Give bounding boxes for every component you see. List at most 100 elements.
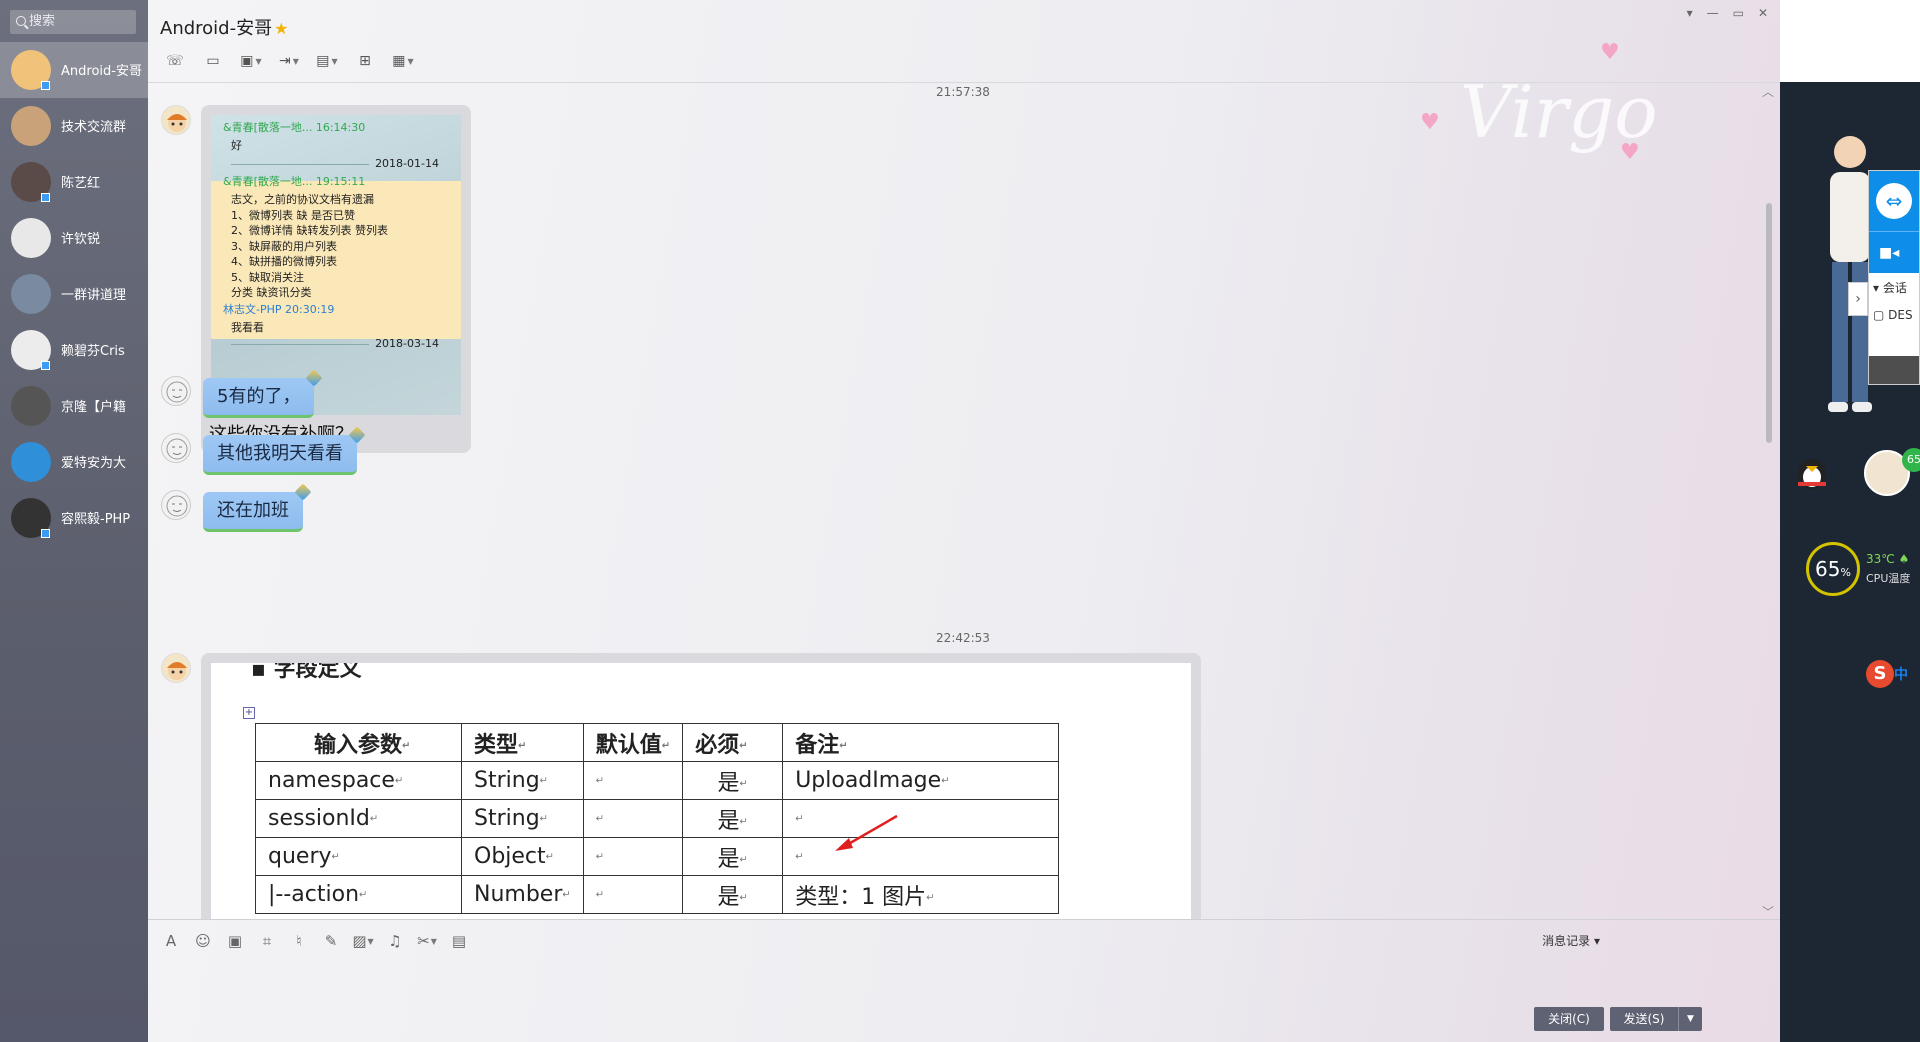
table-header-cell: 备注↵ [782,723,1060,762]
send-options-button[interactable]: ▼ [1678,1007,1702,1031]
screenshot-icon[interactable]: ⌗ [254,930,280,952]
heart-icon: ♥ [1600,40,1620,65]
notification-badge: 65 [1902,448,1920,472]
header-text: 类型 [474,732,519,758]
device-status-icon [41,193,50,202]
forwarded-chat-image[interactable]: &青春[散落一地... 16:14:30 好 2018-01-14 &青春[散落一地.… [211,115,461,415]
scrollbar-thumb[interactable] [1766,203,1772,443]
message-bubble[interactable]: 其他我明天看看 [203,426,366,475]
cpu-usage-gauge[interactable]: 65% [1806,542,1860,596]
document-screenshot[interactable]: ▪ 字段定义 + 输入参数↵ 类型↵ 默认值↵ 必须↵ 备注↵ namespace↵ St… [211,663,1191,919]
table-cell: |--action↵ [255,875,462,914]
contact-item[interactable]: Android-安哥 [0,42,148,98]
new-chat-icon[interactable]: ⊞ [350,51,380,71]
archive-icon[interactable]: ▤ [446,930,472,952]
quote-sender: 林志文-PHP 20:30:19 [223,303,335,316]
avatar [11,106,51,146]
bubble-tag-icon [294,483,312,501]
input-toolbar: A ☺ ▣ ⌗ ♮ ✎ ▨ ▼ ♫ ✂ ▼ ▤ [158,930,472,952]
message-input[interactable] [158,960,1758,1000]
phone-icon[interactable]: ☏ [160,51,190,71]
chat-history[interactable]: 21:57:38 &青春[散落一地... 16:14:30 好 2018-01-14… [148,83,1778,919]
scissors-icon[interactable]: ✂ ▼ [414,930,440,952]
font-icon[interactable]: A [158,930,184,952]
minimize-icon[interactable]: — [1707,6,1719,20]
scroll-down-icon[interactable]: ﹀ [1762,903,1774,919]
contact-item[interactable]: 京隆【户籍 [0,378,148,434]
avatar[interactable] [161,433,191,463]
video-icon[interactable]: ▭ [198,51,228,71]
contact-item[interactable]: 许钦锐 [0,210,148,266]
music-icon[interactable]: ♫ [382,930,408,952]
avatar[interactable] [161,490,191,520]
contact-name: 容熙毅-PHP [61,512,131,527]
quote-date: 2018-01-14 [211,157,439,170]
emoji-icon[interactable]: ☺ [190,930,216,952]
scroll-up-icon[interactable]: ︿ [1762,83,1774,100]
paragraph-mark-icon: ↵ [926,892,935,903]
quote-text: 3、缺屏蔽的用户列表 [231,240,337,253]
teamviewer-panel[interactable]: ⇔ ■◂ ▾ 会话 ▢ DES [1868,170,1920,385]
expand-panel-button[interactable]: › [1848,282,1868,316]
sketch-face-icon [166,495,188,517]
paragraph-mark-icon: ↵ [595,775,605,787]
gif-icon[interactable]: ▣ [222,930,248,952]
quote-text: 2、微博详情 缺转发列表 赞列表 [231,224,388,237]
flame-icon: ♠ [1898,552,1910,566]
qq-penguin-icon[interactable] [1790,448,1834,492]
table-cell: ↵ [582,875,684,914]
avatar[interactable] [161,376,191,406]
close-icon[interactable]: ✕ [1758,6,1768,20]
quote-text: 志文，之前的协议文档有遗漏 [231,193,374,206]
ime-indicator[interactable]: S 中 [1866,660,1920,688]
red-arrow-icon [835,814,898,851]
video-call-icon[interactable]: ■◂ [1869,231,1919,273]
pen-icon[interactable]: ✎ [318,930,344,952]
contact-item[interactable]: 爱特安为大 [0,434,148,490]
paragraph-mark-icon: ↵ [518,740,527,751]
contact-item[interactable]: 容熙毅-PHP [0,490,148,546]
table-cell: 是↵ [682,799,784,838]
message-history-button[interactable]: 消息记录 ▾ [1542,932,1600,949]
header-text: 必须 [695,732,740,758]
paragraph-mark-icon: ↵ [839,740,848,751]
avatar[interactable] [161,105,191,135]
send-button[interactable]: 发送(S) [1610,1007,1678,1031]
table-move-icon: + [243,707,255,719]
paragraph-mark-icon: ↵ [562,889,571,901]
file-transfer-icon[interactable]: ⇥ ▼ [274,51,304,71]
message-bubble[interactable]: 5有的了， [203,369,323,418]
image-icon[interactable]: ▨ ▼ [350,930,376,952]
search-input[interactable]: 搜索 [10,10,136,34]
chat-title: Android-安哥 ★ [160,14,288,40]
table-cell: String↵ [461,799,584,838]
close-button[interactable]: 关闭(C) [1534,1007,1604,1031]
paragraph-mark-icon: ↵ [739,778,748,789]
message-bubble[interactable]: 还在加班 [203,483,312,532]
menu-icon[interactable]: ▾ [1687,6,1693,20]
voice-icon[interactable]: ♮ [286,930,312,952]
contact-item[interactable]: 技术交流群 [0,98,148,154]
avatar[interactable] [161,653,191,683]
message-bubble[interactable]: ▪ 字段定义 + 输入参数↵ 类型↵ 默认值↵ 必须↵ 备注↵ namespace↵ St… [201,653,1201,919]
contact-item[interactable]: 赖碧芬Cris [0,322,148,378]
contact-item[interactable]: 一群讲道理 [0,266,148,322]
cell-text: 是 [717,846,740,872]
session-header[interactable]: ▾ 会话 [1869,273,1919,302]
screen-share-icon[interactable]: ▣ ▼ [236,51,266,71]
apps-icon[interactable]: ▦ ▼ [388,51,418,71]
table-header-cell: 输入参数↵ [255,723,462,762]
table-cell: 类型：1 图片↵ [782,875,1060,914]
quote-text: 好 [231,139,242,152]
cell-text: 类型：1 图片 [795,884,927,910]
chat-window: Android-安哥 ★ ☏ ▭ ▣ ▼ ⇥ ▼ ▤ ▼ ⊞ ▦ ▼ ▾ — ▭ ✕ Vi… [148,0,1780,1042]
contact-item[interactable]: 陈艺红 [0,154,148,210]
quote-date: 2018-03-14 [211,337,439,350]
maximize-icon[interactable]: ▭ [1733,6,1744,20]
cell-text: 是 [717,808,740,834]
teamviewer-logo-icon: ⇔ [1876,183,1912,219]
quote-text: 4、缺拼播的微博列表 [231,255,337,268]
remote-desktop-icon[interactable]: ▤ ▼ [312,51,342,71]
table-cell: String↵ [461,761,584,800]
session-item[interactable]: ▢ DES [1869,302,1919,328]
